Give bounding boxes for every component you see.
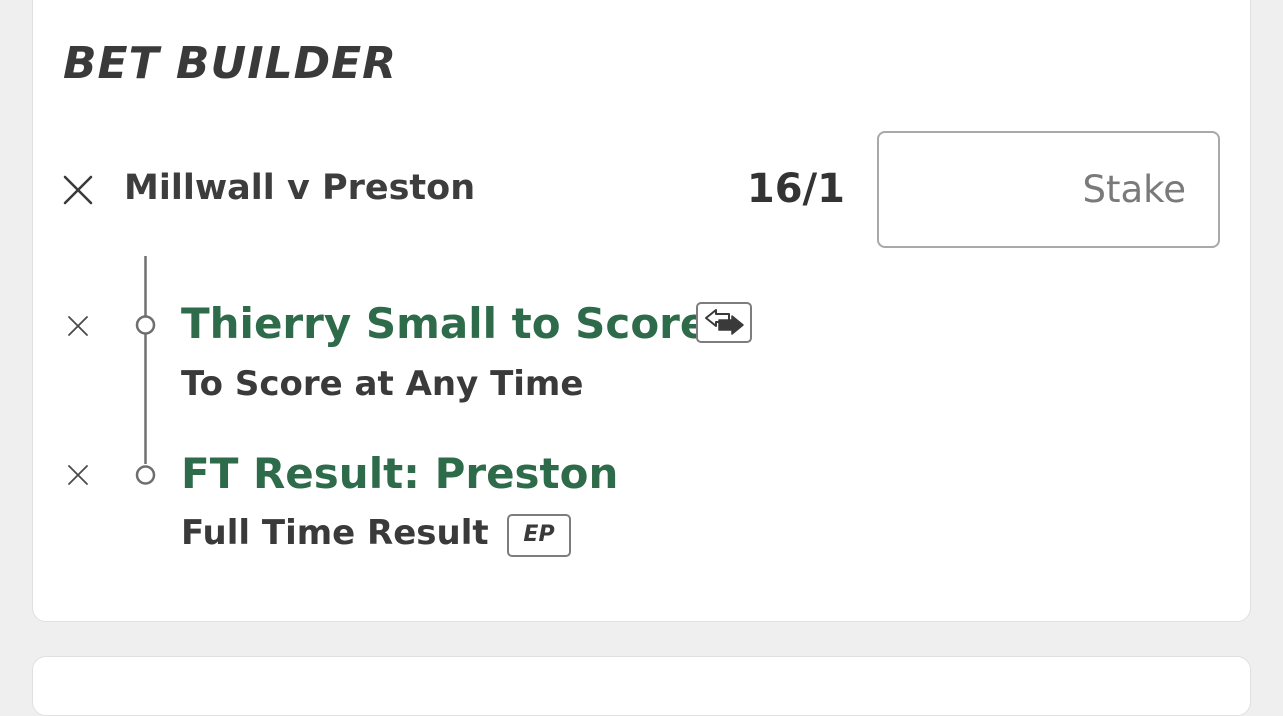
selection-name: FT Result: Preston [181,449,619,498]
swap-arrows-icon [705,309,744,335]
selection-market: To Score at Any Time [181,364,584,404]
selection-market: Full Time Result [181,513,489,553]
remove-selection-close-icon[interactable] [67,464,89,486]
ep-badge: EP [507,514,571,557]
stake-input[interactable] [877,131,1220,248]
swap-badge[interactable] [696,302,752,343]
bet-odds: 16/1 [746,166,845,212]
next-card [32,656,1251,716]
timeline-node [135,465,156,485]
selection-timeline [135,256,156,485]
remove-selection-close-icon[interactable] [67,315,89,337]
selection-name: Thierry Small to Score [181,299,709,348]
ep-badge-label: EP [523,522,555,547]
timeline-node [135,315,156,335]
